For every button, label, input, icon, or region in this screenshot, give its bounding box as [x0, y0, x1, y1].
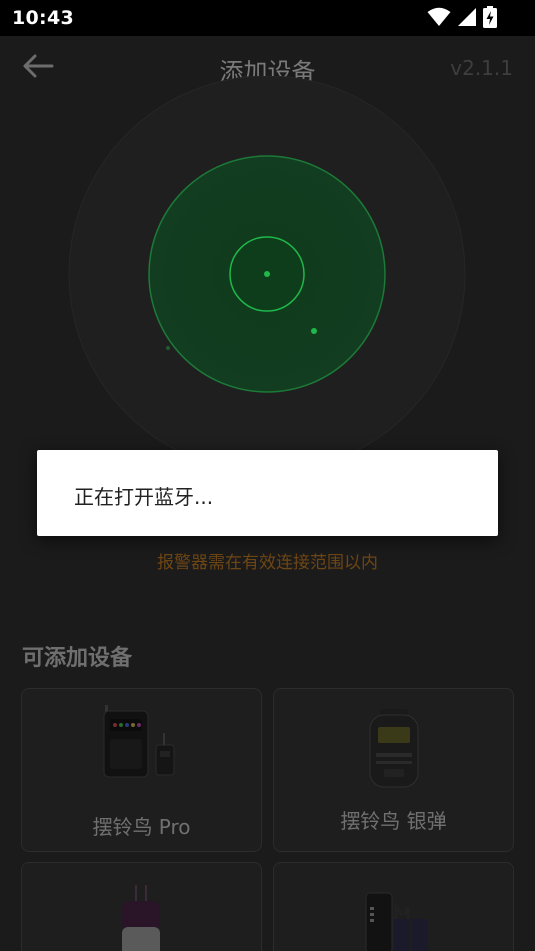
progress-dialog: 正在打开蓝牙... [37, 450, 498, 536]
modal-scrim[interactable]: 正在打开蓝牙... [0, 0, 535, 951]
dialog-message: 正在打开蓝牙... [74, 485, 214, 509]
